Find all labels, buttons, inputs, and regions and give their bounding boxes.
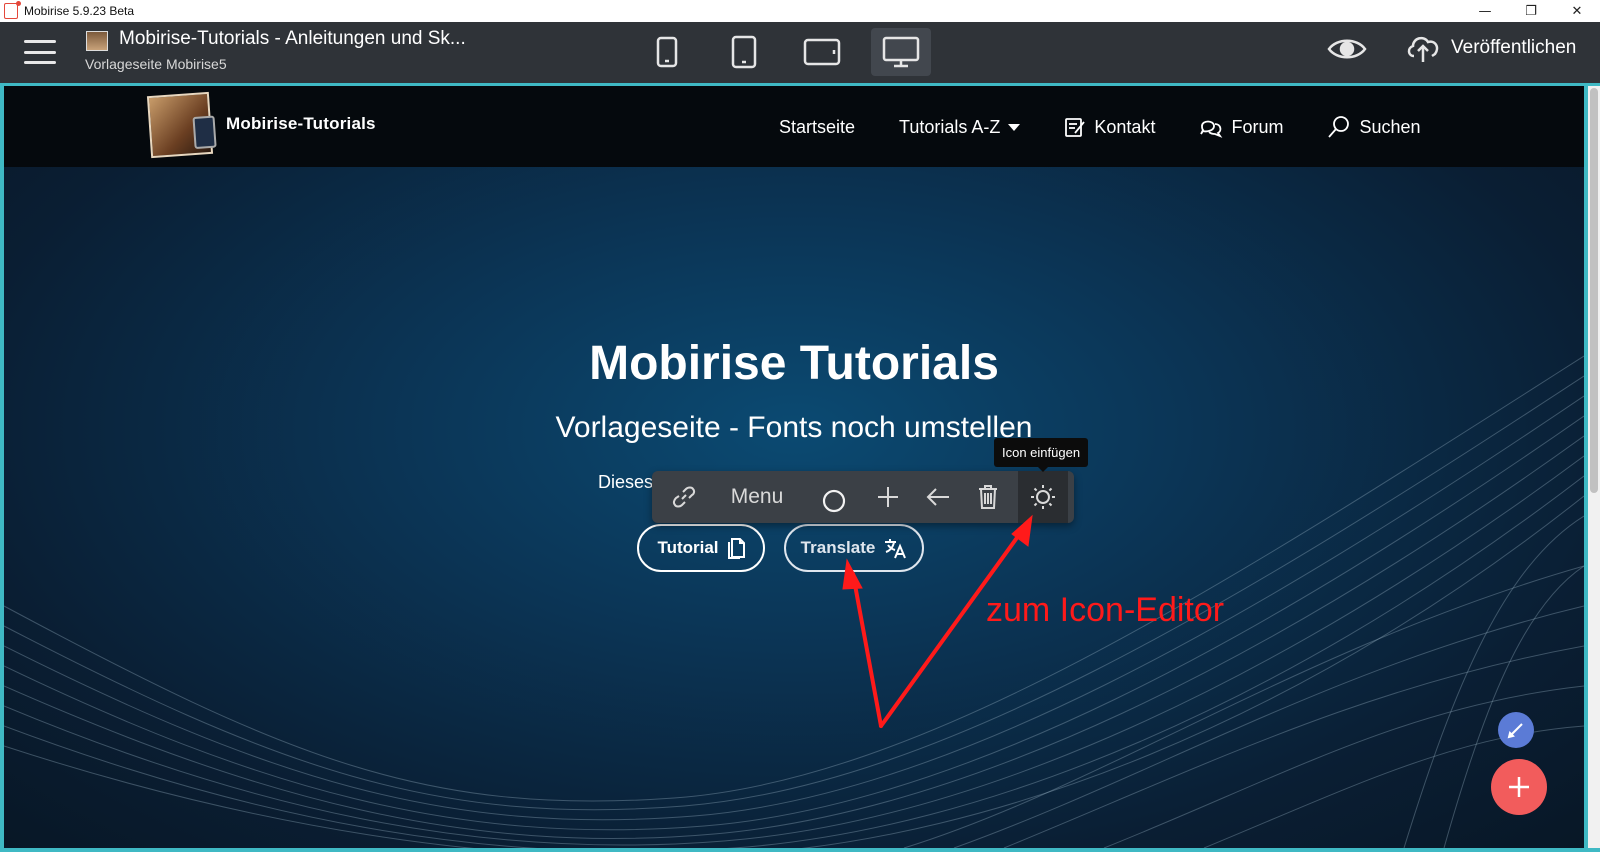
nav-item-forum[interactable]: Forum <box>1199 116 1283 138</box>
nav-item-label: Suchen <box>1359 116 1421 137</box>
device-tablet-portrait-button[interactable] <box>714 28 774 76</box>
hero-subtitle[interactable]: Vorlageseite - Fonts noch umstellen <box>4 411 1584 445</box>
add-button[interactable] <box>866 471 910 523</box>
delete-button[interactable] <box>966 471 1010 523</box>
publish-button[interactable]: Veröffentlichen <box>1405 32 1576 64</box>
trash-icon <box>979 485 997 509</box>
nav-item-tutorials[interactable]: Tutorials A-Z <box>899 116 1021 138</box>
project-title[interactable]: Mobirise-Tutorials - Anleitungen und Sk.… <box>119 28 466 50</box>
nav-item-kontakt[interactable]: Kontakt <box>1064 116 1155 138</box>
mobirise-app-icon <box>4 1 21 19</box>
hamburger-menu-icon[interactable] <box>24 40 56 64</box>
brush-icon <box>1507 723 1523 739</box>
eye-icon <box>1327 39 1367 59</box>
canvas-scrollbar[interactable] <box>1588 86 1600 848</box>
hero-title[interactable]: Mobirise Tutorials <box>4 336 1584 391</box>
window-controls: — ❐ ✕ <box>1462 0 1600 22</box>
minimize-button[interactable]: — <box>1462 0 1508 22</box>
restore-button[interactable]: ❐ <box>1508 0 1554 22</box>
plus-icon <box>1509 777 1529 797</box>
editor-canvas: Mobirise-Tutorials Startseite Tutorials … <box>0 83 1600 852</box>
edit-styles-fab[interactable] <box>1498 712 1534 748</box>
site-logo-image[interactable] <box>146 91 214 159</box>
hero-text[interactable]: Dieses <box>598 472 653 493</box>
nav-item-label: Forum <box>1231 116 1284 137</box>
search-icon <box>1328 116 1350 138</box>
phone-icon <box>656 36 678 68</box>
tooltip-icon-einfuegen: Icon einfügen <box>994 438 1089 472</box>
button-label: Tutorial <box>657 538 719 557</box>
close-button[interactable]: ✕ <box>1554 0 1600 22</box>
circle-button[interactable] <box>812 471 856 523</box>
chat-icon <box>1200 120 1223 138</box>
page-preview: Mobirise-Tutorials Startseite Tutorials … <box>4 86 1584 848</box>
document-icon <box>727 538 745 559</box>
button-label: Translate <box>800 538 876 557</box>
link-button[interactable] <box>664 471 704 523</box>
project-icon <box>86 31 108 51</box>
nav-item-startseite[interactable]: Startseite <box>779 117 855 138</box>
publish-label: Veröffentlichen <box>1451 37 1577 58</box>
page-name: Vorlageseite Mobirise5 <box>85 56 227 72</box>
site-nav-menu: Startseite Tutorials A-Z Kontakt Forum S… <box>779 112 1465 142</box>
scrollbar-thumb[interactable] <box>1590 88 1598 493</box>
caret-down-icon <box>1008 123 1021 131</box>
site-brand[interactable]: Mobirise-Tutorials <box>226 114 376 134</box>
translate-button[interactable]: Translate <box>784 524 924 572</box>
move-left-button[interactable] <box>916 471 960 523</box>
link-icon <box>672 486 696 508</box>
nav-item-label: Kontakt <box>1094 116 1156 137</box>
site-navbar: Mobirise-Tutorials Startseite Tutorials … <box>4 86 1584 167</box>
menu-dropdown[interactable]: Menu <box>722 471 792 523</box>
device-tablet-landscape-button[interactable] <box>792 28 852 76</box>
device-phone-button[interactable] <box>637 28 697 76</box>
tablet-landscape-icon <box>803 38 841 66</box>
annotation-text: zum Icon-Editor <box>986 591 1225 629</box>
circle-icon <box>822 489 846 513</box>
sun-icon <box>1031 485 1055 509</box>
device-desktop-button[interactable] <box>871 28 931 76</box>
element-toolbar: Menu <box>652 471 1074 523</box>
preview-button[interactable] <box>1327 35 1367 68</box>
add-block-fab[interactable] <box>1491 759 1547 815</box>
tablet-portrait-icon <box>731 35 757 69</box>
window-title: Mobirise 5.9.23 Beta <box>24 4 135 18</box>
nav-item-label: Startseite <box>779 116 856 137</box>
window-titlebar: Mobirise 5.9.23 Beta — ❐ ✕ <box>0 0 1600 22</box>
edit-icon <box>1065 118 1086 137</box>
translate-icon <box>885 539 907 559</box>
wave-background-graphic <box>4 355 1584 848</box>
nav-item-suchen[interactable]: Suchen <box>1327 115 1421 139</box>
plus-icon <box>878 487 898 507</box>
insert-icon-button[interactable] <box>1018 471 1068 523</box>
tutorial-button[interactable]: Tutorial <box>637 524 765 572</box>
app-toolbar: Mobirise-Tutorials - Anleitungen und Sk.… <box>0 22 1600 83</box>
nav-item-label: Tutorials A-Z <box>899 116 1001 137</box>
arrow-left-icon <box>926 488 949 506</box>
desktop-icon <box>882 36 920 68</box>
cloud-upload-icon <box>1407 36 1439 62</box>
